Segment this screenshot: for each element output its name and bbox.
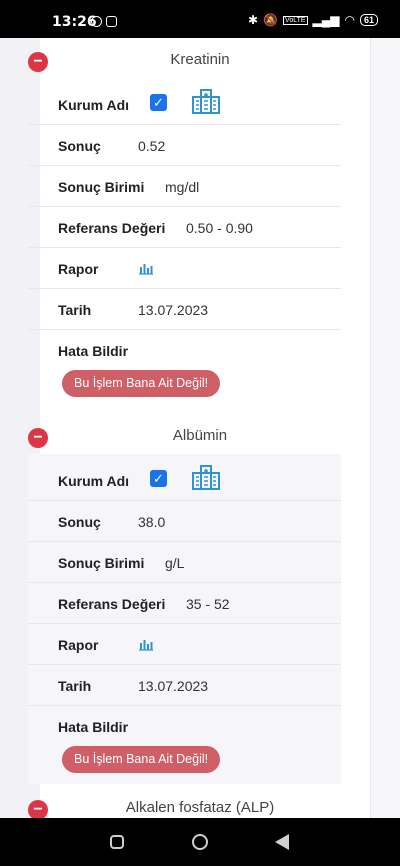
not-mine-button[interactable]: Bu İşlem Bana Ait Değil! xyxy=(62,370,221,397)
test-title: Alkalen fosfataz (ALP) xyxy=(125,799,275,816)
side-rail xyxy=(370,38,400,818)
report-chart-icon[interactable] xyxy=(138,261,154,275)
test-group-kreatinin: − Kreatinin Kurum Adı ✓ Sonuç 0.52 Sonuç… xyxy=(24,38,341,408)
row-rapor: Rapor xyxy=(28,248,341,289)
row-sonuc: Sonuç 38.0 xyxy=(28,501,341,542)
test-title: Albümin xyxy=(172,427,228,444)
row-kurum: Kurum Adı ✓ xyxy=(28,78,341,125)
collapse-button[interactable]: − xyxy=(28,800,48,818)
collapse-button[interactable]: − xyxy=(28,428,48,448)
kurum-checkbox[interactable]: ✓ xyxy=(150,470,167,487)
signal-icon: ▂▄▆ xyxy=(312,13,340,27)
wifi-icon: ◠ xyxy=(344,13,355,27)
row-rapor: Rapor xyxy=(28,624,341,665)
test-group-alp: − Alkalen fosfataz (ALP) xyxy=(24,786,341,818)
label-kurum: Kurum Adı xyxy=(58,97,130,113)
row-tarih: Tarih 13.07.2023 xyxy=(28,289,341,330)
value-sonuc: 0.52 xyxy=(138,138,166,154)
row-tarih: Tarih 13.07.2023 xyxy=(28,665,341,706)
home-button[interactable] xyxy=(192,834,208,850)
value-referans: 0.50 - 0.90 xyxy=(186,220,253,236)
value-birim: g/L xyxy=(165,555,185,571)
row-hata: Hata Bildir Bu İşlem Bana Ait Değil! xyxy=(28,706,341,784)
value-tarih: 13.07.2023 xyxy=(138,302,209,318)
hospital-icon[interactable] xyxy=(192,88,220,114)
volte-badge: VoLTE xyxy=(283,15,308,25)
system-nav-bar xyxy=(0,818,400,866)
kurum-checkbox[interactable]: ✓ xyxy=(150,94,167,111)
test-title: Kreatinin xyxy=(170,51,230,68)
back-button[interactable] xyxy=(275,834,289,850)
row-sonuc: Sonuç 0.52 xyxy=(28,125,341,166)
recent-apps-button[interactable] xyxy=(110,835,124,849)
not-mine-button[interactable]: Bu İşlem Bana Ait Değil! xyxy=(62,746,221,773)
value-sonuc: 38.0 xyxy=(138,514,166,530)
row-birim: Sonuç Birimi g/L xyxy=(28,542,341,583)
test-group-albumin: − Albümin Kurum Adı ✓ Sonuç 38.0 Sonuç B… xyxy=(24,414,341,784)
row-hata: Hata Bildir Bu İşlem Bana Ait Değil! xyxy=(28,330,341,408)
row-birim: Sonuç Birimi mg/dl xyxy=(28,166,341,207)
row-kurum: Kurum Adı ✓ xyxy=(28,454,341,501)
label-kurum: Kurum Adı xyxy=(58,473,130,489)
mute-icon: 🔕 xyxy=(263,13,279,27)
battery-icon: 61 xyxy=(359,14,378,26)
bluetooth-icon: ✱ xyxy=(248,13,259,27)
report-chart-icon[interactable] xyxy=(138,637,154,651)
status-bar: 13:26 ✱ 🔕 VoLTE ▂▄▆ ◠ 61 xyxy=(0,0,400,38)
pinterest-icon xyxy=(91,15,102,27)
value-birim: mg/dl xyxy=(165,179,200,195)
row-referans: Referans Değeri 35 - 52 xyxy=(28,583,341,624)
value-tarih: 13.07.2023 xyxy=(138,678,209,694)
page-content[interactable]: − Kreatinin Kurum Adı ✓ Sonuç 0.52 Sonuç… xyxy=(0,38,400,818)
value-referans: 35 - 52 xyxy=(186,596,230,612)
status-time: 13:26 xyxy=(52,14,97,30)
collapse-button[interactable]: − xyxy=(28,52,48,72)
hospital-icon[interactable] xyxy=(192,464,220,490)
instagram-icon xyxy=(106,15,117,27)
row-referans: Referans Değeri 0.50 - 0.90 xyxy=(28,207,341,248)
status-icons: ✱ 🔕 VoLTE ▂▄▆ ◠ 61 xyxy=(248,13,378,27)
